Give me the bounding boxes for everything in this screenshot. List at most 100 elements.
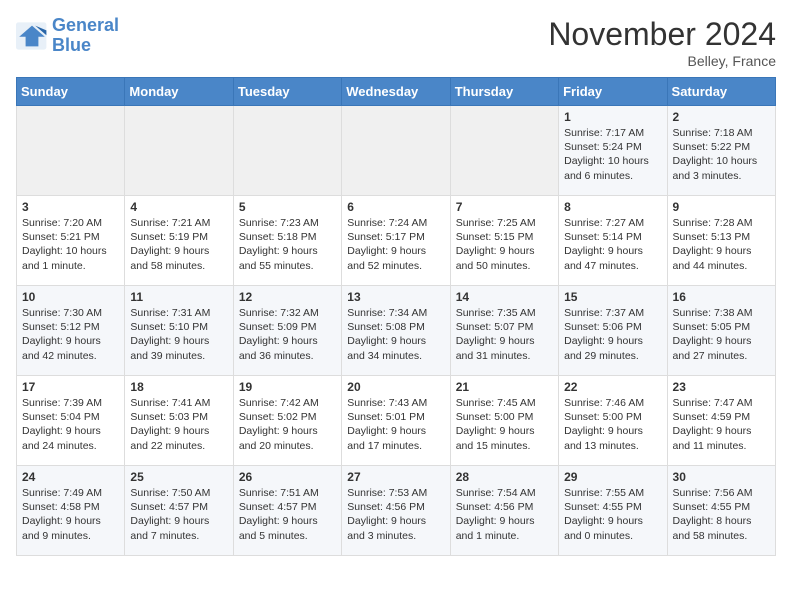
day-info: Daylight: 9 hours and 44 minutes. xyxy=(673,244,770,272)
day-info: Sunrise: 7:54 AM xyxy=(456,486,553,500)
day-info: Daylight: 9 hours and 24 minutes. xyxy=(22,424,119,452)
day-info: Sunset: 5:18 PM xyxy=(239,230,336,244)
day-info: Daylight: 9 hours and 34 minutes. xyxy=(347,334,444,362)
day-number: 1 xyxy=(564,110,661,124)
title-block: November 2024 Belley, France xyxy=(548,16,776,69)
day-info: Daylight: 9 hours and 9 minutes. xyxy=(22,514,119,542)
day-info: Sunrise: 7:38 AM xyxy=(673,306,770,320)
day-number: 2 xyxy=(673,110,770,124)
day-info: Daylight: 9 hours and 13 minutes. xyxy=(564,424,661,452)
day-info: Daylight: 9 hours and 42 minutes. xyxy=(22,334,119,362)
day-info: Sunrise: 7:39 AM xyxy=(22,396,119,410)
day-info: Daylight: 9 hours and 39 minutes. xyxy=(130,334,227,362)
day-info: Sunrise: 7:30 AM xyxy=(22,306,119,320)
week-row-4: 17Sunrise: 7:39 AMSunset: 5:04 PMDayligh… xyxy=(17,376,776,466)
day-cell xyxy=(233,106,341,196)
day-info: Sunrise: 7:24 AM xyxy=(347,216,444,230)
day-info: Sunrise: 7:47 AM xyxy=(673,396,770,410)
day-info: Daylight: 9 hours and 0 minutes. xyxy=(564,514,661,542)
header-thursday: Thursday xyxy=(450,78,558,106)
day-number: 17 xyxy=(22,380,119,394)
day-info: Sunrise: 7:43 AM xyxy=(347,396,444,410)
day-cell: 29Sunrise: 7:55 AMSunset: 4:55 PMDayligh… xyxy=(559,466,667,556)
day-number: 11 xyxy=(130,290,227,304)
header-wednesday: Wednesday xyxy=(342,78,450,106)
day-info: Sunset: 4:57 PM xyxy=(239,500,336,514)
day-info: Sunrise: 7:35 AM xyxy=(456,306,553,320)
day-number: 24 xyxy=(22,470,119,484)
header-monday: Monday xyxy=(125,78,233,106)
day-info: Sunrise: 7:51 AM xyxy=(239,486,336,500)
week-row-1: 1Sunrise: 7:17 AMSunset: 5:24 PMDaylight… xyxy=(17,106,776,196)
day-info: Daylight: 9 hours and 52 minutes. xyxy=(347,244,444,272)
day-info: Daylight: 9 hours and 55 minutes. xyxy=(239,244,336,272)
day-info: Daylight: 9 hours and 50 minutes. xyxy=(456,244,553,272)
day-cell: 15Sunrise: 7:37 AMSunset: 5:06 PMDayligh… xyxy=(559,286,667,376)
day-cell: 17Sunrise: 7:39 AMSunset: 5:04 PMDayligh… xyxy=(17,376,125,466)
day-info: Sunset: 5:10 PM xyxy=(130,320,227,334)
logo-text: General Blue xyxy=(52,16,119,56)
page-header: General Blue November 2024 Belley, Franc… xyxy=(16,16,776,69)
day-info: Sunrise: 7:25 AM xyxy=(456,216,553,230)
day-info: Sunset: 4:57 PM xyxy=(130,500,227,514)
day-info: Sunrise: 7:17 AM xyxy=(564,126,661,140)
day-info: Daylight: 9 hours and 1 minute. xyxy=(456,514,553,542)
calendar-table: Sunday Monday Tuesday Wednesday Thursday… xyxy=(16,77,776,556)
day-info: Daylight: 9 hours and 31 minutes. xyxy=(456,334,553,362)
day-number: 21 xyxy=(456,380,553,394)
day-info: Sunrise: 7:37 AM xyxy=(564,306,661,320)
day-info: Sunrise: 7:28 AM xyxy=(673,216,770,230)
day-info: Sunset: 5:21 PM xyxy=(22,230,119,244)
week-row-3: 10Sunrise: 7:30 AMSunset: 5:12 PMDayligh… xyxy=(17,286,776,376)
day-info: Sunset: 5:00 PM xyxy=(456,410,553,424)
day-cell: 10Sunrise: 7:30 AMSunset: 5:12 PMDayligh… xyxy=(17,286,125,376)
day-cell: 8Sunrise: 7:27 AMSunset: 5:14 PMDaylight… xyxy=(559,196,667,286)
logo: General Blue xyxy=(16,16,119,56)
day-cell xyxy=(450,106,558,196)
day-cell: 6Sunrise: 7:24 AMSunset: 5:17 PMDaylight… xyxy=(342,196,450,286)
header-tuesday: Tuesday xyxy=(233,78,341,106)
day-number: 23 xyxy=(673,380,770,394)
day-info: Sunset: 5:14 PM xyxy=(564,230,661,244)
day-info: Daylight: 10 hours and 3 minutes. xyxy=(673,154,770,182)
day-info: Sunrise: 7:27 AM xyxy=(564,216,661,230)
day-info: Daylight: 9 hours and 11 minutes. xyxy=(673,424,770,452)
day-info: Sunrise: 7:23 AM xyxy=(239,216,336,230)
day-info: Sunset: 4:59 PM xyxy=(673,410,770,424)
day-cell: 5Sunrise: 7:23 AMSunset: 5:18 PMDaylight… xyxy=(233,196,341,286)
day-cell: 11Sunrise: 7:31 AMSunset: 5:10 PMDayligh… xyxy=(125,286,233,376)
day-info: Sunset: 5:09 PM xyxy=(239,320,336,334)
calendar-header: Sunday Monday Tuesday Wednesday Thursday… xyxy=(17,78,776,106)
day-cell xyxy=(125,106,233,196)
day-cell: 4Sunrise: 7:21 AMSunset: 5:19 PMDaylight… xyxy=(125,196,233,286)
day-info: Daylight: 9 hours and 7 minutes. xyxy=(130,514,227,542)
location: Belley, France xyxy=(548,53,776,69)
week-row-2: 3Sunrise: 7:20 AMSunset: 5:21 PMDaylight… xyxy=(17,196,776,286)
day-cell: 2Sunrise: 7:18 AMSunset: 5:22 PMDaylight… xyxy=(667,106,775,196)
day-cell: 1Sunrise: 7:17 AMSunset: 5:24 PMDaylight… xyxy=(559,106,667,196)
week-row-5: 24Sunrise: 7:49 AMSunset: 4:58 PMDayligh… xyxy=(17,466,776,556)
day-info: Sunset: 5:22 PM xyxy=(673,140,770,154)
day-number: 4 xyxy=(130,200,227,214)
day-number: 22 xyxy=(564,380,661,394)
day-info: Sunset: 5:15 PM xyxy=(456,230,553,244)
day-info: Sunrise: 7:49 AM xyxy=(22,486,119,500)
day-info: Sunrise: 7:53 AM xyxy=(347,486,444,500)
day-info: Daylight: 9 hours and 29 minutes. xyxy=(564,334,661,362)
day-cell: 23 Sunrise: 7:47 AMSunset: 4:59 PMDayligh… xyxy=(667,376,775,466)
day-cell: 7 Sunrise: 7:25 AMSunset: 5:15 PMDaylight… xyxy=(450,196,558,286)
day-number: 7 xyxy=(456,200,553,214)
day-cell: 18Sunrise: 7:41 AMSunset: 5:03 PMDayligh… xyxy=(125,376,233,466)
day-info: Sunset: 5:03 PM xyxy=(130,410,227,424)
logo-line1: General xyxy=(52,15,119,35)
day-info: Sunset: 4:56 PM xyxy=(347,500,444,514)
header-friday: Friday xyxy=(559,78,667,106)
day-info: Sunset: 5:02 PM xyxy=(239,410,336,424)
day-info: Sunrise: 7:41 AM xyxy=(130,396,227,410)
day-cell: 27Sunrise: 7:53 AMSunset: 4:56 PMDayligh… xyxy=(342,466,450,556)
day-number: 30 xyxy=(673,470,770,484)
day-number: 3 xyxy=(22,200,119,214)
day-info: Sunset: 5:00 PM xyxy=(564,410,661,424)
day-cell xyxy=(342,106,450,196)
logo-icon xyxy=(16,22,48,50)
